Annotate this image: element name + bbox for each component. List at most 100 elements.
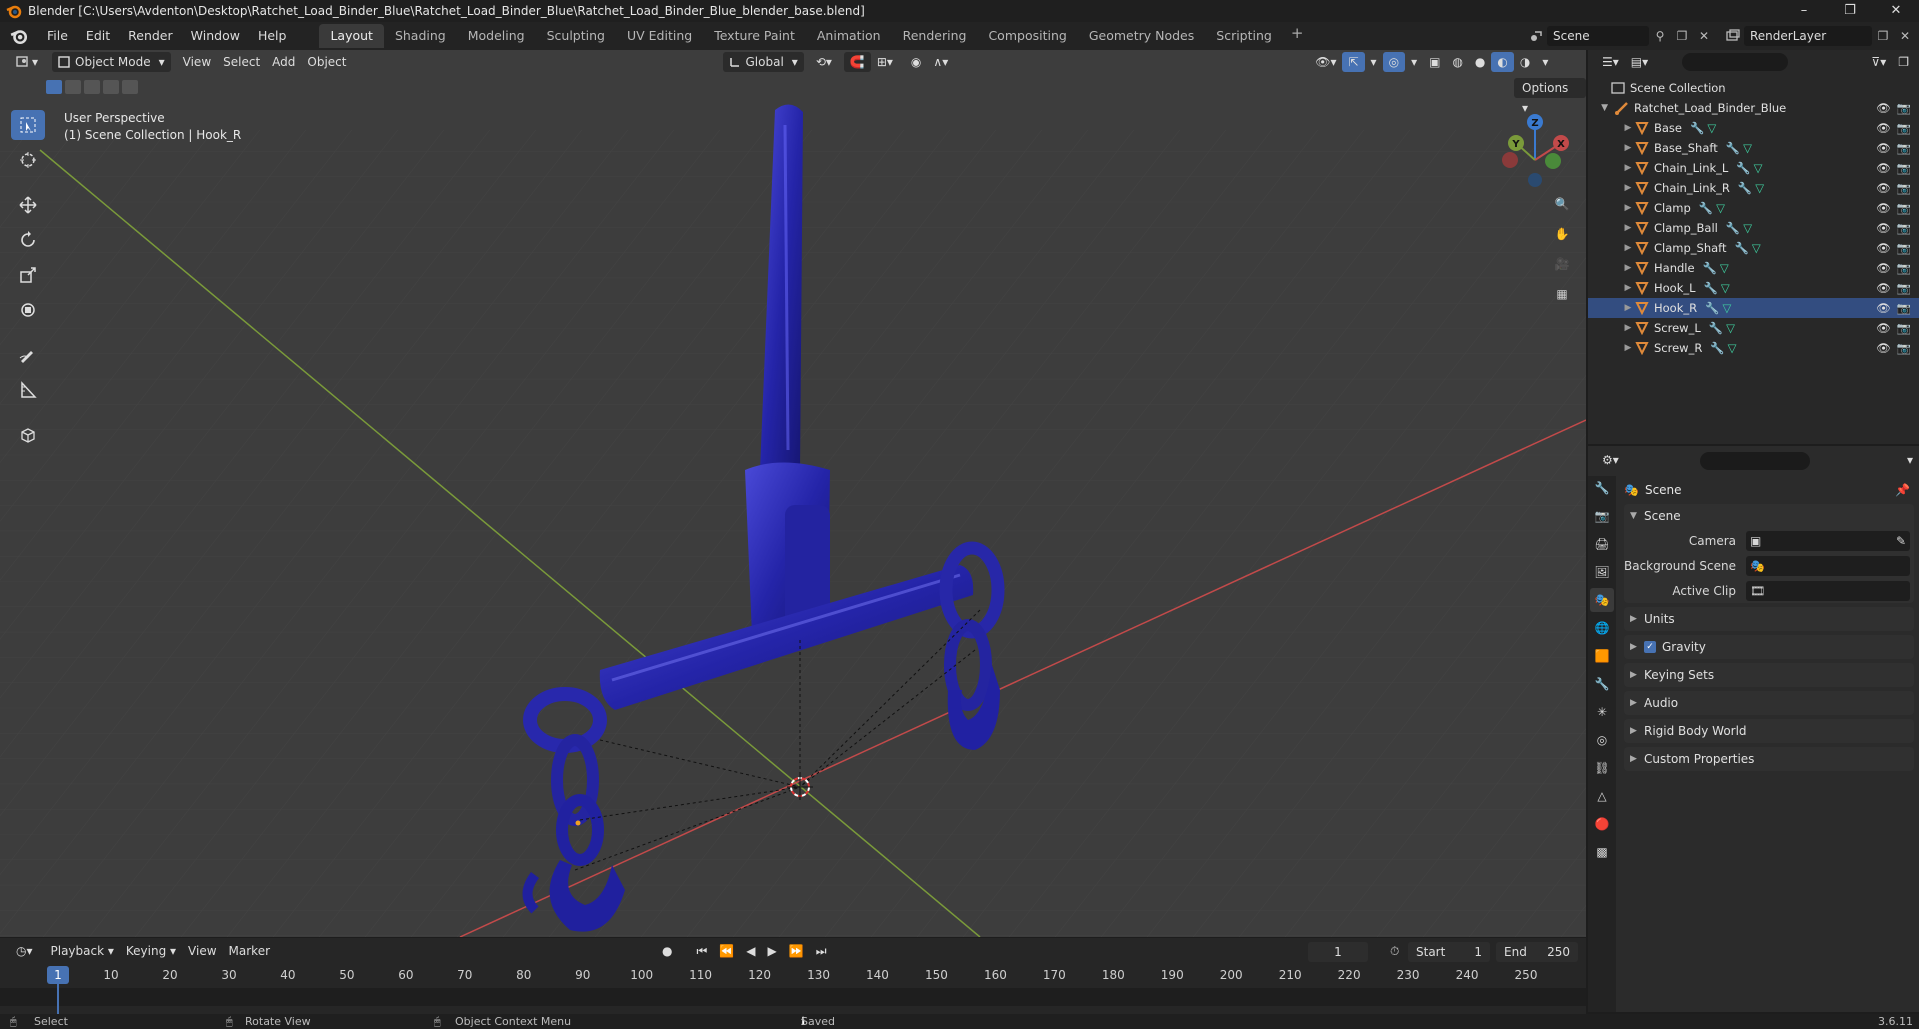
proportional-edit-icon[interactable]: ◉	[905, 52, 927, 72]
shading-dropdown-icon[interactable]: ▾	[1536, 52, 1554, 72]
eyedropper-icon[interactable]: ✎	[1896, 534, 1906, 548]
outliner-item-clamp[interactable]: ▶ Clamp 🔧 ▽ 👁 📷	[1588, 198, 1919, 218]
gravity-panel[interactable]: ▶ ✓ Gravity	[1624, 635, 1914, 659]
renderlayer-name-field[interactable]: RenderLayer	[1744, 26, 1872, 46]
properties-options-icon[interactable]: ▾	[1901, 450, 1919, 470]
menu-view[interactable]: View	[177, 52, 217, 72]
collection-row[interactable]: ▼ Ratchet_Load_Binder_Blue 👁 📷	[1588, 98, 1919, 118]
pan-hand-icon[interactable]: ✋	[1548, 220, 1576, 248]
visibility-eye-icon[interactable]: 👁	[1876, 261, 1891, 275]
visibility-eye-icon[interactable]: 👁	[1876, 101, 1891, 115]
display-mode-icon[interactable]: ▤▾	[1625, 52, 1654, 72]
delete-scene-icon[interactable]: ✕	[1693, 26, 1715, 46]
menu-timeline-view[interactable]: View	[182, 941, 222, 961]
shading-wireframe-icon[interactable]: ◍	[1446, 52, 1468, 72]
texture-tab-icon[interactable]: ▩	[1590, 840, 1614, 864]
menu-select[interactable]: Select	[217, 52, 266, 72]
editor-type-icon[interactable]: ▾	[10, 52, 44, 72]
properties-editor[interactable]: ⚙▾ ▾ 🔧 📷 🖨 🖼 🎭 🌐 🟧 🔧 ✳ ◎ ⛓ △ 🔴 ▩ 🎭 Scene…	[1588, 446, 1919, 1012]
outliner-item-chain-link-r[interactable]: ▶ Chain_Link_R 🔧 ▽ 👁 📷	[1588, 178, 1919, 198]
gizmo-dropdown-icon[interactable]: ▾	[1365, 52, 1383, 72]
menu-help[interactable]: Help	[249, 22, 296, 50]
measure-tool-icon[interactable]	[11, 375, 45, 405]
end-frame-field[interactable]: End 250	[1496, 942, 1578, 962]
menu-object[interactable]: Object	[301, 52, 352, 72]
expand-arrow-icon[interactable]: ▶	[1622, 283, 1634, 293]
render-camera-icon[interactable]: 📷	[1897, 341, 1911, 355]
select-box-tool-icon[interactable]	[11, 110, 45, 140]
start-frame-field[interactable]: Start 1	[1408, 942, 1490, 962]
expand-arrow-icon[interactable]: ▶	[1622, 303, 1634, 313]
select-new-icon[interactable]	[46, 80, 62, 94]
transform-tool-icon[interactable]	[11, 295, 45, 325]
modifier-icon[interactable]: 🔧	[1703, 261, 1717, 275]
falloff-icon[interactable]: ∧▾	[927, 52, 954, 72]
render-tab-icon[interactable]: 📷	[1590, 504, 1614, 528]
maximize-button[interactable]: ❐	[1827, 0, 1873, 22]
outliner-item-clamp-ball[interactable]: ▶ Clamp_Ball 🔧 ▽ 👁 📷	[1588, 218, 1919, 238]
outliner-item-clamp-shaft[interactable]: ▶ Clamp_Shaft 🔧 ▽ 👁 📷	[1588, 238, 1919, 258]
scene-panel-header[interactable]: ▼ Scene	[1624, 504, 1914, 528]
select-intersect-icon[interactable]	[122, 80, 138, 94]
render-camera-icon[interactable]: 📷	[1897, 241, 1911, 255]
camera-view-icon[interactable]: 🎥	[1548, 250, 1576, 278]
expand-arrow-icon[interactable]: ▶	[1622, 203, 1634, 213]
stopwatch-icon[interactable]: ⏱	[1390, 944, 1399, 959]
select-invert-icon[interactable]	[103, 80, 119, 94]
active-clip-field[interactable]: 🎞	[1746, 580, 1910, 601]
mesh-data-icon[interactable]: ▽	[1720, 261, 1729, 275]
mesh-data-icon[interactable]: ▽	[1721, 281, 1730, 295]
visibility-eye-icon[interactable]: 👁	[1876, 221, 1891, 235]
mesh-data-icon[interactable]: ▽	[1716, 201, 1725, 215]
menu-edit[interactable]: Edit	[77, 22, 119, 50]
mesh-data-icon[interactable]: ▽	[1726, 321, 1735, 335]
modifier-icon[interactable]: 🔧	[1705, 301, 1719, 315]
material-tab-icon[interactable]: 🔴	[1590, 812, 1614, 836]
pin-context-icon[interactable]: 📌	[1895, 483, 1910, 497]
select-subtract-icon[interactable]	[84, 80, 100, 94]
visibility-eye-icon[interactable]: 👁	[1876, 321, 1891, 335]
outliner-search-input[interactable]	[1682, 53, 1789, 71]
scene-collection-row[interactable]: Scene Collection	[1588, 78, 1919, 98]
render-camera-icon[interactable]: 📷	[1897, 101, 1911, 115]
filter-icon[interactable]: ⊽▾	[1865, 52, 1892, 72]
viewport-scene[interactable]: X Y Z	[0, 50, 1586, 937]
gravity-checkbox[interactable]: ✓	[1644, 641, 1656, 653]
scale-tool-icon[interactable]	[11, 260, 45, 290]
visibility-eye-icon[interactable]: 👁	[1876, 281, 1891, 295]
menu-file[interactable]: File	[38, 22, 77, 50]
visibility-eye-icon[interactable]: 👁	[1876, 141, 1891, 155]
output-tab-icon[interactable]: 🖨	[1590, 532, 1614, 556]
world-tab-icon[interactable]: 🌐	[1590, 616, 1614, 640]
visibility-eye-icon[interactable]: 👁	[1876, 301, 1891, 315]
audio-panel[interactable]: ▶ Audio	[1624, 691, 1914, 715]
properties-editor-type-icon[interactable]: ⚙▾	[1596, 450, 1625, 470]
render-camera-icon[interactable]: 📷	[1897, 141, 1911, 155]
render-camera-icon[interactable]: 📷	[1897, 201, 1911, 215]
scene-tab-icon[interactable]: 🎭	[1590, 588, 1614, 612]
delete-renderlayer-icon[interactable]: ✕	[1894, 26, 1916, 46]
pin-icon[interactable]: ⚲	[1649, 26, 1671, 46]
shading-solid-icon[interactable]: ●	[1469, 52, 1491, 72]
new-renderlayer-icon[interactable]: ❐	[1872, 26, 1894, 46]
tab-compositing[interactable]: Compositing	[977, 24, 1077, 48]
tab-scripting[interactable]: Scripting	[1205, 24, 1283, 48]
record-icon[interactable]: ●	[656, 941, 678, 961]
outliner[interactable]: ☰▾ ▤▾ ⊽▾ ❐ Scene Collection ▼ Ratchet_Lo…	[1588, 50, 1919, 444]
mesh-data-icon[interactable]: ▽	[1728, 341, 1737, 355]
snap-toggle-icon[interactable]: 🧲	[843, 52, 871, 72]
keying-sets-panel[interactable]: ▶ Keying Sets	[1624, 663, 1914, 687]
visibility-eye-icon[interactable]: 👁	[1876, 241, 1891, 255]
mesh-data-icon[interactable]: ▽	[1722, 301, 1731, 315]
camera-field[interactable]: ▣ ✎	[1746, 530, 1910, 551]
object-tab-icon[interactable]: 🟧	[1590, 644, 1614, 668]
xray-toggle-icon[interactable]: ▣	[1423, 52, 1446, 72]
mesh-data-icon[interactable]: ▽	[1755, 181, 1764, 195]
render-camera-icon[interactable]: 📷	[1897, 181, 1911, 195]
ortho-toggle-icon[interactable]: ▦	[1548, 280, 1576, 308]
scene-name-field[interactable]: Scene	[1547, 26, 1649, 46]
particles-tab-icon[interactable]: ✳	[1590, 700, 1614, 724]
cursor-tool-icon[interactable]	[11, 145, 45, 175]
tool-tab-icon[interactable]: 🔧	[1590, 476, 1614, 500]
outliner-item-hook-r[interactable]: ▶ Hook_R 🔧 ▽ 👁 📷	[1588, 298, 1919, 318]
